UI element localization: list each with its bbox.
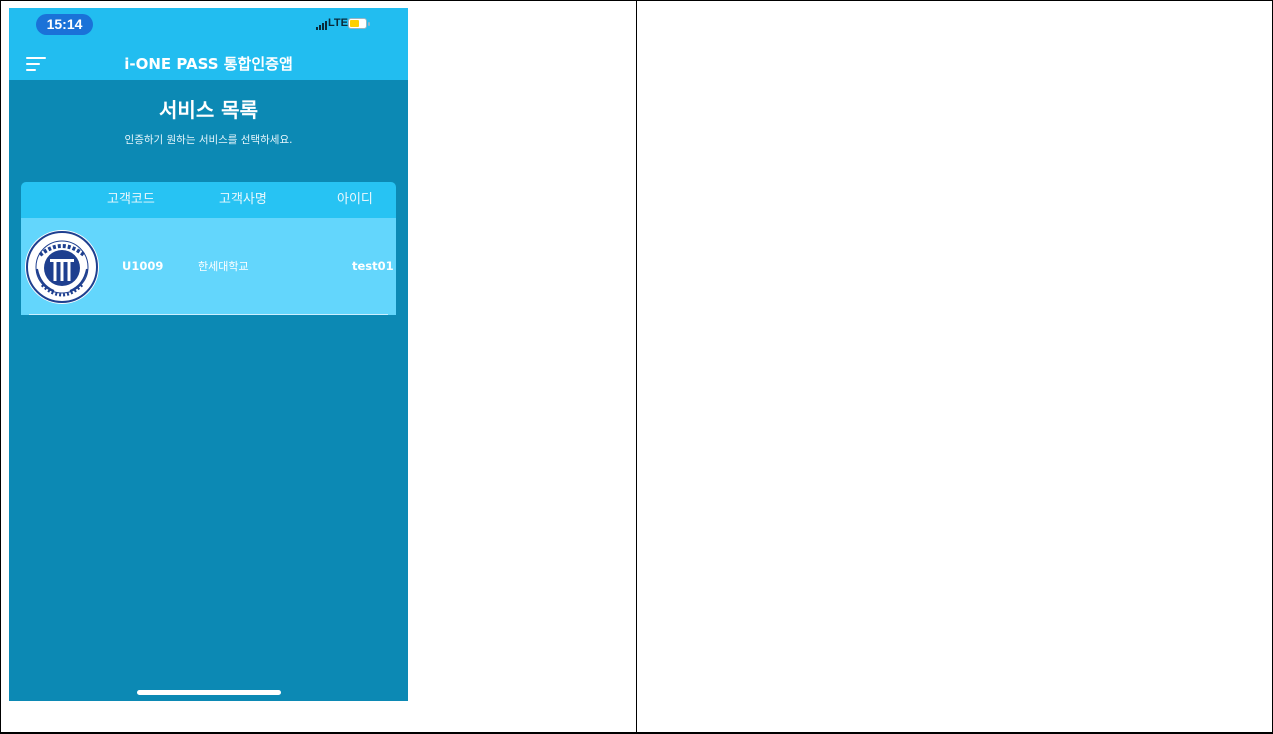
column-header-code: 고객코드 xyxy=(107,192,155,207)
phone-screenshot: 15:14 LTE i-ONE PASS 통합인증앱 서비스 목록 인증하기 원… xyxy=(9,8,408,701)
row-divider xyxy=(29,314,388,315)
table-header: 고객코드 고객사명 아이디 xyxy=(21,182,396,218)
signal-icon xyxy=(316,20,327,30)
university-logo-icon xyxy=(25,230,99,304)
status-bar: 15:14 LTE xyxy=(9,8,408,48)
column-header-id: 아이디 xyxy=(337,192,373,207)
customer-name: 한세대학교 xyxy=(198,260,249,273)
network-label: LTE xyxy=(328,17,348,29)
table-row[interactable]: U1009 한세대학교 test01 xyxy=(21,218,396,315)
status-time: 15:14 xyxy=(36,14,93,35)
battery-icon xyxy=(348,18,370,29)
customer-id: test01 xyxy=(352,259,394,273)
app-bar: i-ONE PASS 통합인증앱 xyxy=(9,48,408,80)
column-header-name: 고객사명 xyxy=(219,192,267,207)
table-column-divider xyxy=(636,0,637,734)
page-subtitle: 인증하기 원하는 서비스를 선택하세요. xyxy=(124,134,293,146)
page-title: 서비스 목록 xyxy=(159,98,258,122)
app-title: i-ONE PASS 통합인증앱 xyxy=(124,55,293,73)
service-table: 고객코드 고객사명 아이디 U1009 한세대학교 test01 xyxy=(21,182,396,316)
menu-icon[interactable] xyxy=(26,55,46,72)
table-row-divider xyxy=(0,732,1273,733)
customer-code: U1009 xyxy=(122,259,164,273)
home-indicator[interactable] xyxy=(137,690,281,695)
battery-level xyxy=(350,20,359,27)
